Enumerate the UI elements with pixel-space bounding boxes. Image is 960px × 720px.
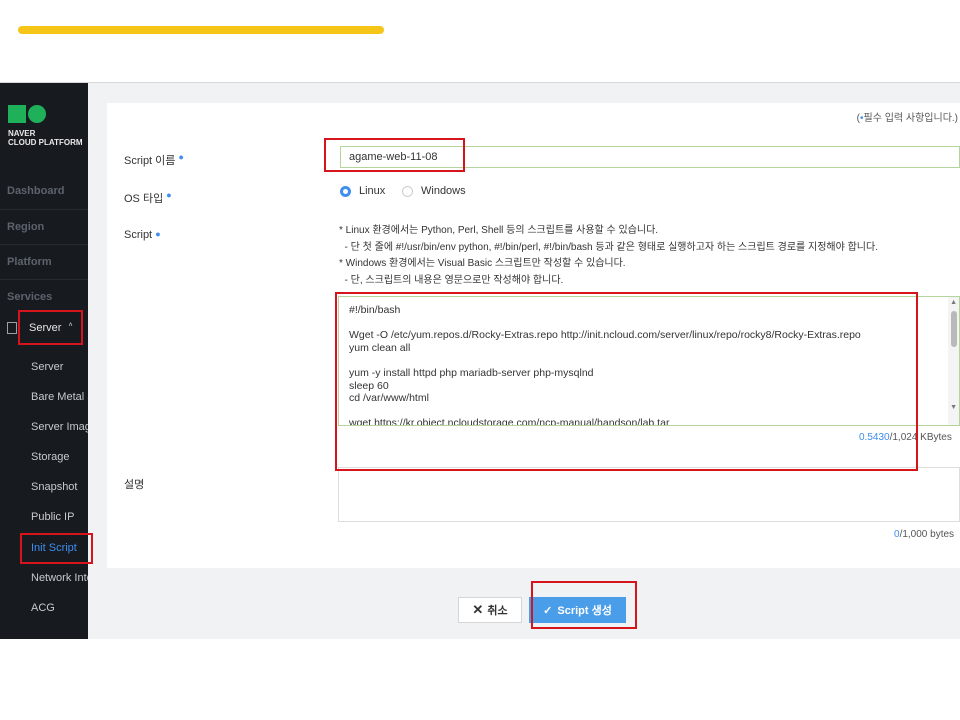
script-label: Script ●	[124, 229, 161, 241]
required-dot-icon: ●	[155, 229, 161, 239]
nav-sub-acg[interactable]: ACG	[31, 602, 55, 614]
description-byte-counter: 0/1,000 bytes	[894, 529, 955, 540]
script-guide-text: * Linux 환경에서는 Python, Perl, Shell 등의 스크립…	[339, 225, 878, 286]
server-list-icon	[7, 322, 17, 335]
cancel-button[interactable]: ✕ 취소	[458, 597, 522, 623]
os-radio-windows[interactable]: Windows	[402, 185, 466, 197]
close-icon: ✕	[472, 602, 484, 617]
nav-region[interactable]: Region	[7, 221, 44, 233]
nav-sub-storage[interactable]: Storage	[31, 451, 70, 463]
logo-mark-icon	[8, 105, 83, 123]
logo-text: NAVER CLOUD PLATFORM	[8, 129, 83, 147]
description-textarea[interactable]	[338, 467, 960, 522]
required-note: (•필수 입력 사항입니다.)	[856, 113, 958, 124]
console-screenshot: NAVER CLOUD PLATFORM Dashboard Region Pl…	[0, 82, 960, 639]
nav-services[interactable]: Services	[7, 291, 52, 303]
highlight-box-script-content	[335, 292, 918, 471]
nav-platform[interactable]: Platform	[7, 256, 52, 268]
os-type-label: OS 타입 ●	[124, 190, 172, 205]
ncp-logo[interactable]: NAVER CLOUD PLATFORM	[8, 105, 83, 147]
nav-sub-server-image[interactable]: Server Imag	[31, 421, 88, 433]
highlight-box-script-name	[324, 138, 465, 172]
top-accent-bar	[18, 26, 384, 34]
nav-sub-server[interactable]: Server	[31, 361, 63, 373]
required-dot-icon: ●	[166, 190, 172, 200]
nav-sub-public-ip[interactable]: Public IP	[31, 511, 74, 523]
os-radio-linux[interactable]: Linux	[340, 185, 385, 197]
nav-sub-network-interface[interactable]: Network Inte	[31, 572, 88, 584]
highlight-box-create-button	[531, 581, 637, 629]
nav-sub-bare-metal[interactable]: Bare Metal S	[31, 391, 88, 403]
description-label: 설명	[124, 479, 145, 491]
highlight-box-init-script	[20, 533, 93, 564]
nav-divider	[0, 209, 88, 210]
script-scrollbar[interactable]: ▲ ▼	[948, 297, 959, 425]
radio-selected-icon	[340, 185, 351, 197]
highlight-box-server	[18, 310, 83, 345]
nav-divider	[0, 279, 88, 280]
required-dot-icon: ●	[178, 152, 184, 162]
radio-unselected-icon	[402, 185, 413, 197]
nav-dashboard[interactable]: Dashboard	[7, 185, 64, 197]
scroll-down-icon[interactable]: ▼	[950, 404, 957, 411]
scroll-up-icon[interactable]: ▲	[950, 299, 957, 306]
script-name-label: Script 이름 ●	[124, 152, 184, 167]
nav-sub-snapshot[interactable]: Snapshot	[31, 481, 77, 493]
nav-divider	[0, 244, 88, 245]
scrollbar-thumb[interactable]	[951, 311, 957, 347]
